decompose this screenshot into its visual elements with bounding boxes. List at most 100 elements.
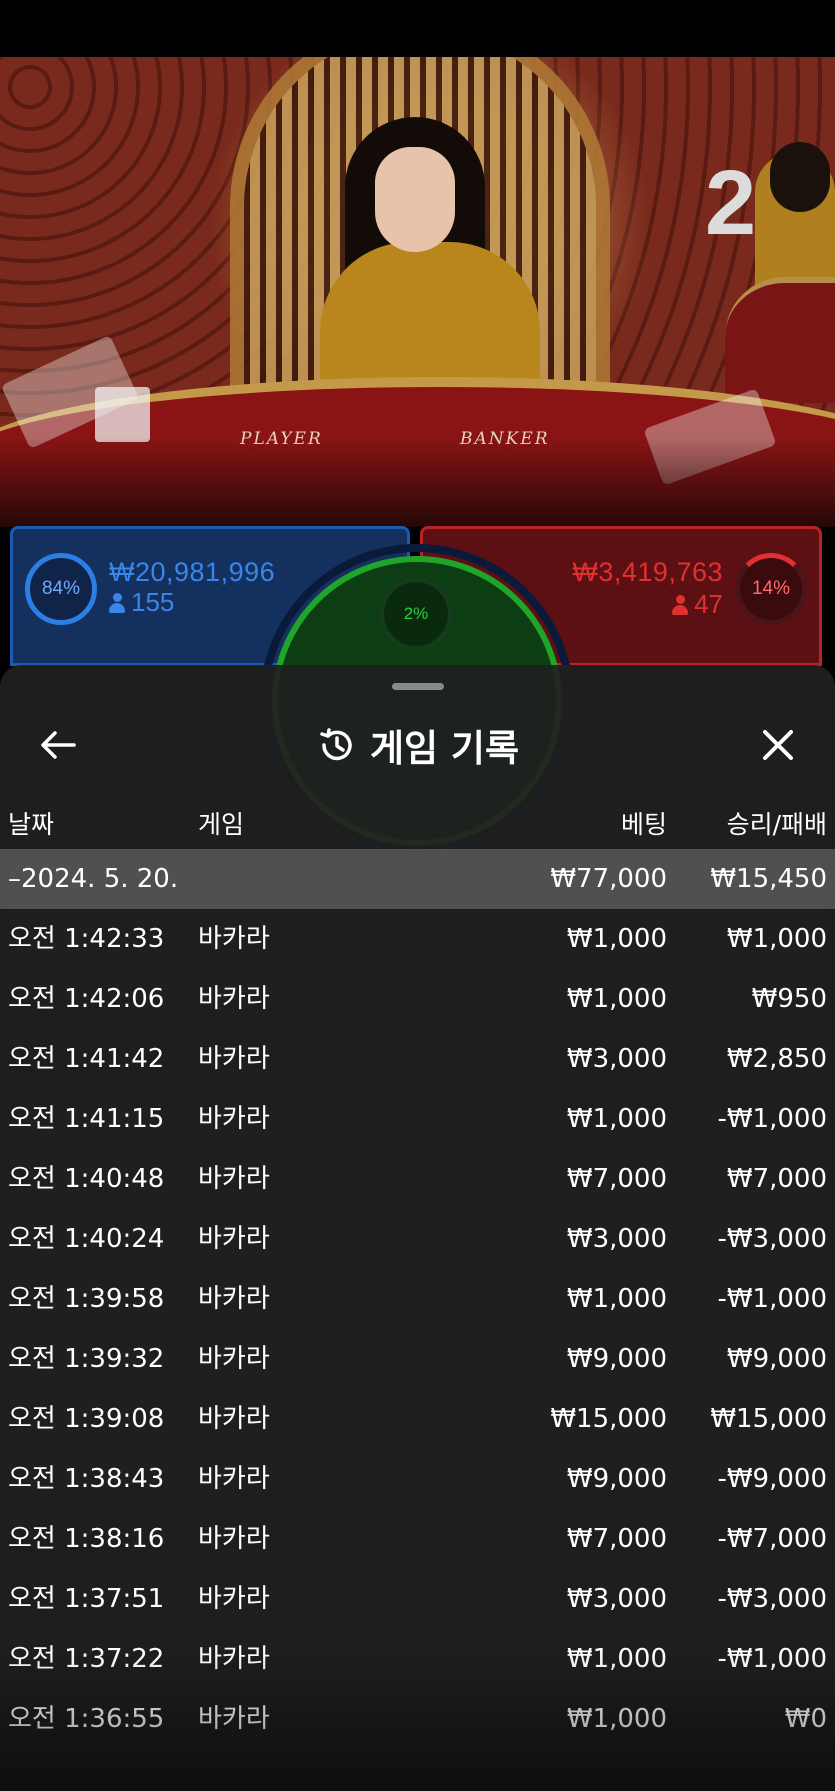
row-game: 바카라 [198,1524,270,1554]
row-bet: ₩1,000 [566,984,667,1014]
row-result: ₩9,000 [726,1344,827,1374]
row-bet: ₩1,000 [566,1284,667,1314]
second-dealer-head [770,142,830,212]
history-row[interactable]: 오전 1:39:08 바카라 ₩15,000 ₩15,000 [0,1389,835,1449]
row-game: 바카라 [198,1104,270,1134]
row-game: 바카라 [198,924,270,954]
row-result: -₩9,000 [717,1464,827,1494]
row-result: ₩950 [751,984,827,1014]
row-game: 바카라 [198,1464,270,1494]
player-total-amount: ₩20,981,996 [109,557,276,587]
row-result: ₩15,000 [710,1404,827,1434]
row-result: -₩7,000 [717,1524,827,1554]
row-game: 바카라 [198,1404,270,1434]
row-time: 오전 1:42:06 [8,984,165,1014]
row-result: -₩3,000 [717,1224,827,1254]
row-result: -₩1,000 [717,1284,827,1314]
banker-bettor-count: 47 [672,589,723,620]
row-bet: ₩1,000 [566,1104,667,1134]
row-game: 바카라 [198,1284,270,1314]
history-row[interactable]: 오전 1:39:58 바카라 ₩1,000 -₩1,000 [0,1269,835,1329]
sheet-drag-handle[interactable] [392,683,444,690]
row-game: 바카라 [198,1644,270,1674]
dealer-face [375,147,455,252]
row-game: 바카라 [198,1224,270,1254]
status-bar [0,0,835,57]
row-result: -₩1,000 [717,1644,827,1674]
row-game: 바카라 [198,984,270,1014]
player-count-value: 155 [131,587,175,617]
group-bet-total: ₩77,000 [550,864,667,894]
row-time: 오전 1:39:32 [8,1344,165,1374]
live-video-stream[interactable]: PLAYER BANKER 2 [0,57,835,527]
row-bet: ₩1,000 [566,1704,667,1734]
date-group-row[interactable]: –2024. 5. 20. ₩77,000 ₩15,450 [0,849,835,909]
card-stack [95,387,150,442]
history-row[interactable]: 오전 1:41:15 바카라 ₩1,000 -₩1,000 [0,1089,835,1149]
history-icon [320,728,352,761]
history-row[interactable]: 오전 1:42:33 바카라 ₩1,000 ₩1,000 [0,909,835,969]
row-bet: ₩3,000 [566,1224,667,1254]
row-result: ₩2,850 [726,1044,827,1074]
column-header-result: 승리/패배 [726,810,827,839]
row-bet: ₩3,000 [566,1044,667,1074]
countdown-timer: 2 [705,152,757,254]
row-time: 오전 1:41:42 [8,1044,165,1074]
column-header-game: 게임 [198,810,245,839]
history-row[interactable]: 오전 1:42:06 바카라 ₩1,000 ₩950 [0,969,835,1029]
row-bet: ₩9,000 [566,1464,667,1494]
row-time: 오전 1:37:51 [8,1584,165,1614]
person-icon [672,594,689,615]
row-bet: ₩15,000 [550,1404,667,1434]
row-game: 바카라 [198,1584,270,1614]
close-button[interactable] [748,715,808,775]
row-result: -₩1,000 [717,1104,827,1134]
row-result: ₩0 [784,1704,827,1734]
row-time: 오전 1:38:43 [8,1464,165,1494]
row-time: 오전 1:40:24 [8,1224,165,1254]
history-row[interactable]: 오전 1:38:43 바카라 ₩9,000 -₩9,000 [0,1449,835,1509]
group-date: –2024. 5. 20. [8,864,179,894]
player-percent-ring: 84% [25,553,97,625]
row-bet: ₩1,000 [566,1644,667,1674]
column-header-bet: 베팅 [620,810,667,839]
history-list: –2024. 5. 20. ₩77,000 ₩15,450 오전 1:42:33… [0,849,835,1749]
row-time: 오전 1:40:48 [8,1164,165,1194]
sheet-title: 게임 기록 [0,713,835,777]
game-history-sheet: 게임 기록 날짜 게임 베팅 승리/패배 –2024. 5. 20. ₩77,0… [0,665,835,1791]
row-time: 오전 1:39:58 [8,1284,165,1314]
history-row[interactable]: 오전 1:37:22 바카라 ₩1,000 -₩1,000 [0,1629,835,1689]
row-bet: ₩1,000 [566,924,667,954]
row-result: ₩1,000 [726,924,827,954]
row-time: 오전 1:36:55 [8,1704,165,1734]
history-row[interactable]: 오전 1:41:42 바카라 ₩3,000 ₩2,850 [0,1029,835,1089]
row-result: -₩3,000 [717,1584,827,1614]
row-bet: ₩7,000 [566,1524,667,1554]
history-row[interactable]: 오전 1:37:51 바카라 ₩3,000 -₩3,000 [0,1569,835,1629]
history-row[interactable]: 오전 1:40:24 바카라 ₩3,000 -₩3,000 [0,1209,835,1269]
row-time: 오전 1:42:33 [8,924,165,954]
row-time: 오전 1:41:15 [8,1104,165,1134]
history-row[interactable]: 오전 1:38:16 바카라 ₩7,000 -₩7,000 [0,1509,835,1569]
sheet-title-text: 게임 기록 [369,727,520,770]
row-bet: ₩9,000 [566,1344,667,1374]
second-table [725,277,835,403]
history-row[interactable]: 오전 1:36:55 바카라 ₩1,000 ₩0 [0,1689,835,1749]
close-icon [763,730,793,760]
banker-percent-ring: 14% [735,553,807,625]
tie-percent-ring: 2% [380,578,452,650]
banker-total-amount: ₩3,419,763 [572,557,723,587]
history-row[interactable]: 오전 1:40:48 바카라 ₩7,000 ₩7,000 [0,1149,835,1209]
row-result: ₩7,000 [726,1164,827,1194]
video-fade [0,437,835,527]
column-header-date: 날짜 [8,810,55,839]
row-game: 바카라 [198,1704,270,1734]
row-game: 바카라 [198,1344,270,1374]
row-bet: ₩3,000 [566,1584,667,1614]
row-game: 바카라 [198,1044,270,1074]
player-bettor-count: 155 [109,587,174,618]
group-result-total: ₩15,450 [710,864,827,894]
history-row[interactable]: 오전 1:39:32 바카라 ₩9,000 ₩9,000 [0,1329,835,1389]
row-bet: ₩7,000 [566,1164,667,1194]
row-time: 오전 1:39:08 [8,1404,165,1434]
